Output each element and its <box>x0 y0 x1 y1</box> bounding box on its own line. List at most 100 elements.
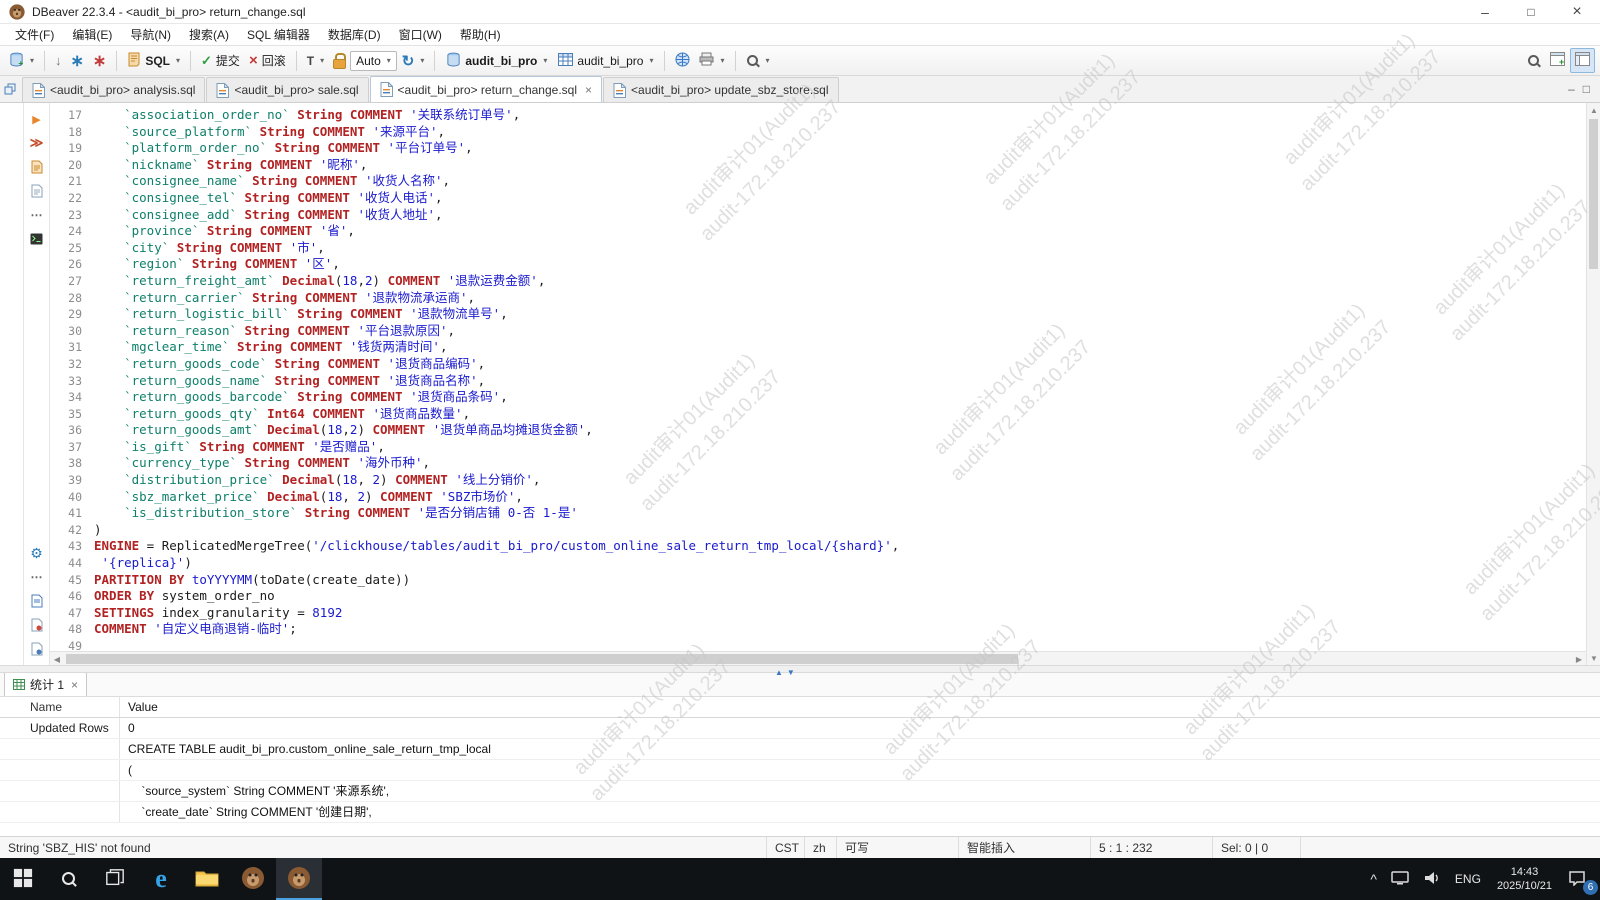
editor-tab-0[interactable]: <audit_bi_pro> analysis.sql <box>22 77 205 102</box>
code-line[interactable]: 22 `consignee_tel` String COMMENT '收货人电话… <box>50 190 1586 207</box>
code-line[interactable]: 49 <box>50 638 1586 651</box>
tray-display-button[interactable] <box>1384 858 1416 900</box>
commit-button[interactable]: 提交 <box>197 49 244 72</box>
open-perspective-button[interactable]: + <box>1546 49 1569 72</box>
scroll-left-icon[interactable]: ◀ <box>50 652 64 666</box>
sash-minimize-icon[interactable] <box>787 664 795 678</box>
code-line[interactable]: 36 `return_goods_amt` Decimal(18,2) COMM… <box>50 422 1586 439</box>
pending-commit-button[interactable] <box>67 48 88 74</box>
close-tab-icon[interactable]: × <box>585 83 592 97</box>
vertical-scroll-thumb[interactable] <box>1589 119 1598 269</box>
code-line[interactable]: 32 `return_goods_code` String COMMENT '退… <box>50 356 1586 373</box>
horizontal-scrollbar[interactable]: ◀ ▶ <box>50 651 1586 665</box>
code-line[interactable]: 29 `return_logistic_bill` String COMMENT… <box>50 306 1586 323</box>
code-line[interactable]: 30 `return_reason` String COMMENT '平台退款原… <box>50 323 1586 340</box>
code-line[interactable]: 31 `mgclear_time` String COMMENT '钱货两清时间… <box>50 339 1586 356</box>
code-line[interactable]: 33 `return_goods_name` String COMMENT '退… <box>50 373 1586 390</box>
explain-plan-icon[interactable] <box>28 159 46 175</box>
file-explorer-button[interactable] <box>184 858 230 900</box>
code-line[interactable]: 47SETTINGS index_granularity = 8192 <box>50 605 1586 622</box>
editor-tab-3[interactable]: <audit_bi_pro> update_sbz_store.sql <box>603 77 838 102</box>
code-line[interactable]: 37 `is_gift` String COMMENT '是否赠品', <box>50 439 1586 456</box>
code-line[interactable]: 17 `association_order_no` String COMMENT… <box>50 107 1586 124</box>
toolbar-search-button[interactable] <box>742 51 774 71</box>
code-line[interactable]: 27 `return_freight_amt` Decimal(18,2) CO… <box>50 273 1586 290</box>
menu-item-6[interactable]: 窗口(W) <box>390 23 451 46</box>
maximize-view-icon[interactable] <box>1583 82 1590 96</box>
code-line[interactable]: 26 `region` String COMMENT '区', <box>50 256 1586 273</box>
tray-volume-button[interactable] <box>1416 858 1448 900</box>
terminal-icon[interactable] <box>28 231 46 247</box>
menu-item-0[interactable]: 文件(F) <box>6 23 63 46</box>
scroll-up-icon[interactable]: ▲ <box>1587 103 1600 117</box>
network-button[interactable] <box>671 49 694 73</box>
code-line[interactable]: 28 `return_carrier` String COMMENT '退款物流… <box>50 290 1586 307</box>
transaction-mode-button[interactable] <box>303 51 328 71</box>
minimize-view-icon[interactable] <box>1568 82 1575 96</box>
auto-commit-combo[interactable]: Auto <box>350 51 397 71</box>
collapsed-navigator-bar[interactable] <box>0 103 24 665</box>
task-view-button[interactable] <box>92 858 138 900</box>
error-log-icon[interactable] <box>28 617 46 633</box>
code-line[interactable]: 48COMMENT '自定义电商退销-临时'; <box>50 621 1586 638</box>
taskbar-clock[interactable]: 14:43 2025/10/21 <box>1488 858 1561 900</box>
close-button[interactable] <box>1554 0 1600 24</box>
vertical-scrollbar[interactable]: ▲ ▼ <box>1586 103 1600 665</box>
code-line[interactable]: 25 `city` String COMMENT '市', <box>50 240 1586 257</box>
language-indicator[interactable]: ENG <box>1448 858 1488 900</box>
taskbar-search-button[interactable] <box>46 858 92 900</box>
pending-rollback-button[interactable] <box>89 48 110 74</box>
maximize-button[interactable] <box>1508 0 1554 24</box>
print-button[interactable] <box>695 49 728 72</box>
rollback-button[interactable]: 回滚 <box>245 49 290 72</box>
code-line[interactable]: 40 `sbz_market_price` Decimal(18, 2) COM… <box>50 489 1586 506</box>
tray-expand-button[interactable] <box>1363 858 1384 900</box>
stats-tab[interactable]: 统计 1 × <box>4 673 87 696</box>
outline-icon[interactable] <box>28 183 46 199</box>
dbeaver-perspective-button[interactable] <box>1570 48 1595 73</box>
transaction-lock-button[interactable] <box>329 50 349 71</box>
sql-editor-button[interactable]: SQL <box>123 49 184 73</box>
fetch-page-button[interactable] <box>51 50 66 71</box>
close-stats-icon[interactable]: × <box>71 678 78 692</box>
code-line[interactable]: 44 '{replica}') <box>50 555 1586 572</box>
minimize-button[interactable] <box>1462 0 1508 24</box>
sql-editor[interactable]: 17 `association_order_no` String COMMENT… <box>50 103 1586 665</box>
more-bottom-icon[interactable] <box>28 569 46 585</box>
code-line[interactable]: 42) <box>50 522 1586 539</box>
menu-item-2[interactable]: 导航(N) <box>121 23 180 46</box>
code-line[interactable]: 20 `nickname` String COMMENT '昵称', <box>50 157 1586 174</box>
restore-navigator-icon[interactable] <box>4 83 16 95</box>
code-line[interactable]: 39 `distribution_price` Decimal(18, 2) C… <box>50 472 1586 489</box>
stats-row[interactable]: ( <box>0 760 1600 781</box>
scroll-right-icon[interactable]: ▶ <box>1572 652 1586 666</box>
menu-item-1[interactable]: 编辑(E) <box>63 23 121 46</box>
start-button[interactable] <box>0 858 46 900</box>
code-line[interactable]: 21 `consignee_name` String COMMENT '收货人名… <box>50 173 1586 190</box>
code-line[interactable]: 38 `currency_type` String COMMENT '海外币种'… <box>50 455 1586 472</box>
refresh-button[interactable] <box>398 49 429 73</box>
horizontal-scroll-thumb[interactable] <box>66 654 1018 664</box>
stats-row[interactable]: `create_date` String COMMENT '创建日期', <box>0 802 1600 823</box>
code-line[interactable]: 35 `return_goods_qty` Int64 COMMENT '退货商… <box>50 406 1586 423</box>
code-line[interactable]: 23 `consignee_add` String COMMENT '收货人地址… <box>50 207 1586 224</box>
code-line[interactable]: 34 `return_goods_barcode` String COMMENT… <box>50 389 1586 406</box>
menu-item-5[interactable]: 数据库(D) <box>319 23 390 46</box>
query-log-icon[interactable] <box>28 641 46 657</box>
schema-selector[interactable]: audit_bi_pro <box>553 50 658 72</box>
code-line[interactable]: 19 `platform_order_no` String COMMENT '平… <box>50 140 1586 157</box>
code-line[interactable]: 46ORDER BY system_order_no <box>50 588 1586 605</box>
editor-tab-1[interactable]: <audit_bi_pro> sale.sql <box>206 77 368 102</box>
action-center-button[interactable]: 6 <box>1561 858 1600 900</box>
stats-row[interactable]: CREATE TABLE audit_bi_pro.custom_online_… <box>0 739 1600 760</box>
code-area[interactable]: 17 `association_order_no` String COMMENT… <box>50 103 1586 651</box>
quick-access-search-button[interactable] <box>1523 51 1545 71</box>
code-line[interactable]: 43ENGINE = ReplicatedMergeTree('/clickho… <box>50 538 1586 555</box>
settings-icon[interactable] <box>28 545 46 561</box>
stats-row[interactable]: `source_system` String COMMENT '来源系统', <box>0 781 1600 802</box>
new-connection-button[interactable]: + <box>5 49 38 73</box>
connection-selector[interactable]: audit_bi_pro <box>441 49 552 73</box>
sash-maximize-icon[interactable] <box>775 664 783 678</box>
menu-item-4[interactable]: SQL 编辑器 <box>238 23 319 46</box>
output-view-icon[interactable] <box>28 593 46 609</box>
